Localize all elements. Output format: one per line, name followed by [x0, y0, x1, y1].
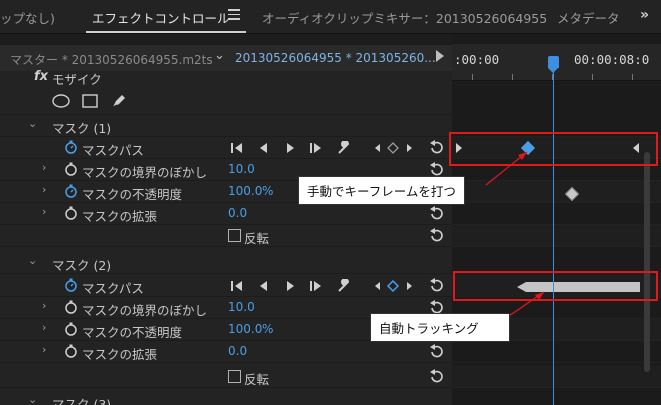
callout-auto-tracking: 自動トラッキング [370, 313, 510, 342]
callout-manual-keyframe: 手動でキーフレームを打つ [298, 176, 465, 205]
arrow-head [535, 292, 544, 300]
